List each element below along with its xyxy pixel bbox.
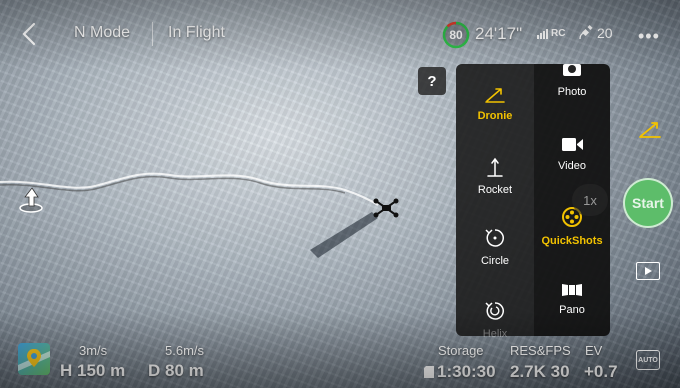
top-bar-divider [152, 22, 153, 46]
signal-bar [546, 29, 548, 39]
quickshot-label: Dronie [477, 110, 513, 122]
quickshot-label: Helix [482, 328, 508, 340]
dronie-icon [485, 88, 505, 103]
quickshot-rocket[interactable]: Rocket [456, 156, 534, 196]
camera-live-view: N Mode In Flight 80 24'17" RC 20 ••• ? D… [0, 0, 680, 388]
map-icon [18, 349, 50, 371]
horizontal-speed: 5.6m/s [165, 343, 205, 358]
quickshot-circle[interactable]: Circle [456, 227, 534, 267]
mode-label: Video [558, 160, 586, 172]
rc-label: RC [551, 28, 566, 39]
mode-photo[interactable]: Photo [534, 64, 610, 98]
satellite-count: 20 [597, 25, 613, 41]
home-point-icon [19, 187, 43, 213]
minimap-button[interactable] [18, 343, 50, 375]
chevron-left-icon [22, 22, 36, 46]
start-button[interactable]: Start [623, 178, 673, 228]
gps-indicator[interactable]: 20 [578, 25, 613, 41]
satellite-icon [579, 25, 593, 40]
ev-value[interactable]: +0.7 [584, 362, 618, 382]
more-menu-button[interactable]: ••• [638, 26, 660, 47]
signal-bar [540, 33, 542, 39]
altitude-readout: H 150 m [60, 361, 126, 380]
rocket-icon [487, 157, 503, 177]
mode-video[interactable]: Video [534, 136, 610, 172]
quickshot-mode-icon[interactable] [638, 118, 662, 140]
ev-label: EV [585, 343, 603, 358]
drone-icon [373, 198, 399, 218]
drone-shadow [310, 212, 378, 258]
storage-label: Storage [438, 343, 484, 358]
vertical-speed: 3m/s [79, 343, 108, 358]
playback-button[interactable] [636, 262, 660, 280]
flight-time-remaining: 24'17" [475, 24, 523, 43]
zoom-button[interactable]: 1x [572, 184, 608, 216]
panorama-icon [562, 284, 582, 296]
video-camera-icon [562, 138, 583, 151]
dronie-icon [639, 122, 661, 138]
rc-signal-indicator[interactable]: RC [537, 28, 565, 39]
signal-bar [543, 31, 545, 39]
res-fps-label: RES&FPS [510, 343, 571, 358]
drone-marker [372, 198, 400, 218]
quickshots-panel: Dronie Rocket Circle Helix [456, 64, 534, 340]
helix-icon [485, 302, 504, 320]
res-fps-value[interactable]: 2.7K 30 [510, 362, 570, 382]
flight-status-label: In Flight [168, 24, 225, 41]
camera-icon [563, 64, 581, 76]
storage-time: 1:30:30 [437, 362, 496, 381]
back-button[interactable] [18, 20, 42, 48]
help-button[interactable]: ? [418, 67, 446, 95]
flight-mode-label[interactable]: N Mode [74, 24, 130, 42]
mode-label: Pano [559, 304, 585, 316]
play-icon [645, 267, 652, 275]
quickshot-label: Circle [480, 255, 510, 267]
circle-icon [485, 229, 504, 247]
distance-readout: D 80 m [148, 361, 204, 380]
quickshot-dronie[interactable]: Dronie [456, 84, 534, 122]
mode-label: QuickShots [541, 235, 603, 247]
mode-label: Photo [557, 86, 587, 98]
battery-percent: 80 [449, 28, 463, 42]
battery-indicator[interactable]: 80 [442, 21, 470, 49]
quickshot-label: Rocket [477, 184, 513, 196]
mode-pano[interactable]: Pano [534, 282, 610, 316]
home-point-marker [18, 185, 44, 213]
quickshot-helix[interactable]: Helix [456, 300, 534, 340]
auto-exposure-button[interactable]: AUTO [636, 350, 660, 370]
storage-value[interactable]: 1:30:30 [424, 362, 496, 382]
signal-bar [537, 35, 539, 39]
sd-card-icon [424, 366, 434, 378]
